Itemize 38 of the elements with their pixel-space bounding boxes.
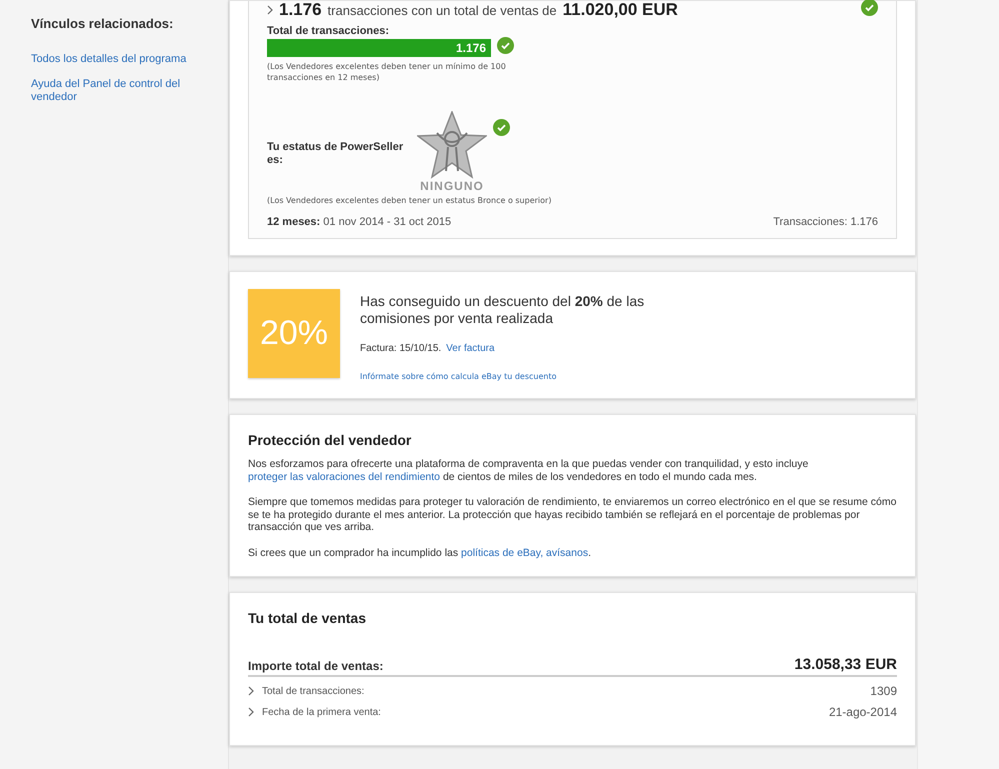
transaction-count: 1.176 (279, 0, 322, 20)
paragraph: Siempre que tomemos medidas para proteger tu valoración de rendimiento, te enviaremos un correo electrónico en el que se resume cómo se te ha protegido durante el mes anterior. La protección que hayas recibido también se reflejará en el porcentaje de problemas por transacción que ves arriba. (248, 496, 897, 534)
bar-value: 1.176 (456, 41, 487, 55)
section-title: Protección del vendedor (248, 432, 412, 448)
invoice-date: Factura: 15/10/15. (360, 343, 442, 354)
sidebar-title: Vínculos relacionados: (31, 16, 174, 31)
discount-headline: Has conseguido un descuento del 20% de las comisiones por venta realizada (360, 293, 646, 327)
summary-text: transacciones con un total de ventas de (328, 2, 557, 18)
inline-link[interactable]: proteger las valoraciones del rendimiento (248, 470, 440, 482)
powerseller-label: Tu estatus de PowerSeller es: (267, 141, 404, 167)
period-text: 12 meses: 01 nov 2014 - 31 oct 2015 (267, 216, 452, 228)
sidebar-link[interactable]: Ayuda del Panel de control del vendedor (31, 78, 201, 104)
chevron-icon (248, 707, 254, 717)
paragraph: Nos esforzamos para ofrecerte una plataforma de compraventa en la que puedas vender con tranquilidad, y esto incluye proteger las valoraciones del rendimiento de cientos de miles de los vendedores en todo el mundo cada mes. (248, 458, 810, 483)
requirement-note: (Los Vendedores excelentes deben tener un estatus Bronce o superior) (267, 195, 552, 206)
row-value: 21-ago-2014 (828, 705, 897, 719)
total-value: 13.058,33 EUR (794, 656, 897, 673)
row-label: Fecha de la primera venta: (262, 706, 381, 718)
transactions-label: Total de transacciones: (267, 25, 390, 37)
chevron-icon (267, 5, 273, 15)
row-value: 1309 (870, 684, 897, 698)
check-icon (497, 37, 514, 54)
row-label: Total de transacciones: (262, 686, 364, 696)
total-label: Importe total de ventas: (248, 659, 384, 673)
sidebar-link[interactable]: Todos los detalles del programa (31, 53, 201, 66)
star-figure-icon (417, 111, 487, 179)
transactions-total: Transacciones: 1.176 (773, 216, 878, 228)
requirement-note: (Los Vendedores excelentes deben tener un mínimo de 100 transacciones en 12 meses) (267, 61, 507, 83)
powerseller-status: NINGUNO (420, 179, 484, 193)
info-link[interactable]: Infórmate sobre cómo calcula eBay tu descuento (360, 372, 670, 381)
sales-amount: 11.020,00 EUR (562, 0, 678, 20)
section-title: Tu total de ventas (248, 610, 367, 626)
check-icon (493, 119, 510, 136)
invoice-link[interactable]: Ver factura (446, 343, 495, 354)
paragraph: Si crees que un comprador ha incumplido las políticas de eBay, avísanos. (248, 546, 592, 559)
inline-link[interactable]: políticas de eBay, avísanos (461, 546, 588, 558)
chevron-icon (248, 686, 254, 696)
discount-badge: 20% (248, 289, 340, 378)
